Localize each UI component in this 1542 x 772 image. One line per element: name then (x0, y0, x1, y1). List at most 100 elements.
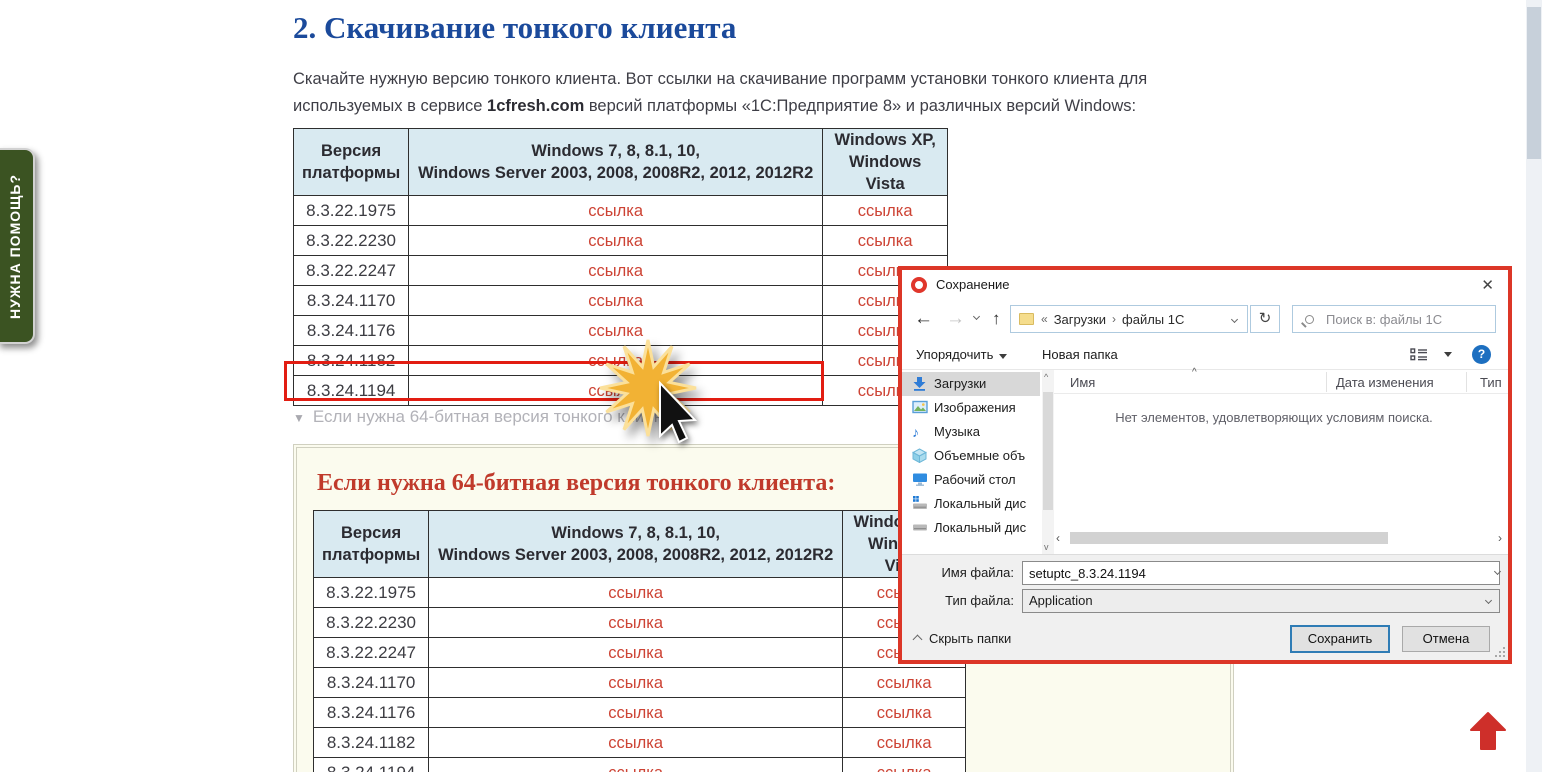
up-folder-icon[interactable]: ↑ (992, 309, 1001, 329)
version-cell: 8.3.22.2247 (312, 637, 430, 668)
scroll-left-icon[interactable]: ‹ (1056, 531, 1060, 545)
download-link[interactable]: ссылка (608, 644, 663, 662)
column-divider[interactable] (1466, 372, 1467, 392)
organize-button[interactable]: Упорядочить (916, 347, 1008, 362)
download-link[interactable]: ссылка (608, 764, 663, 772)
sidebar-item-desktop[interactable]: Рабочий стол (902, 468, 1040, 492)
download-link[interactable]: ссылка (877, 674, 932, 692)
disk-icon (913, 524, 927, 531)
download-link[interactable]: ссылка (877, 704, 932, 722)
download-link[interactable]: ссылка (608, 584, 663, 602)
breadcrumb-current[interactable]: файлы 1С (1122, 312, 1184, 327)
download-link[interactable]: ссылка (858, 202, 913, 220)
download-link[interactable]: ссылка (608, 704, 663, 722)
scroll-up-icon[interactable]: ^ (1044, 372, 1048, 382)
dialog-titlebar[interactable]: Сохранение ✕ (902, 270, 1508, 300)
scroll-right-icon[interactable]: › (1498, 531, 1502, 545)
music-icon: ♪ (912, 424, 919, 440)
download-link[interactable]: ссылка (588, 202, 643, 220)
download-link[interactable]: ссылка (588, 232, 643, 250)
version-cell: 8.3.24.1182 (312, 727, 430, 758)
search-input[interactable]: Поиск в: файлы 1С (1292, 305, 1496, 333)
new-folder-button[interactable]: Новая папка (1042, 347, 1118, 362)
filename-label: Имя файла: (941, 565, 1014, 580)
close-icon[interactable]: ✕ (1481, 276, 1494, 294)
version-cell: 8.3.22.1975 (312, 577, 430, 608)
sidebar-item-3d-objects[interactable]: Объемные объ (902, 444, 1040, 468)
table-row: 8.3.22.2230ссылкассылка (292, 225, 949, 256)
version-cell: 8.3.24.1182 (292, 345, 410, 376)
download-link[interactable]: ссылка (877, 734, 932, 752)
forward-icon[interactable]: → (946, 308, 965, 330)
scrollbar-thumb[interactable] (1527, 7, 1541, 159)
horizontal-scrollbar[interactable]: ‹ › (1054, 530, 1504, 546)
save-dialog: Сохранение ✕ ← → ↑ « Загрузки › файлы 1С… (898, 266, 1512, 664)
download-link[interactable]: ссылка (588, 292, 643, 310)
spoiler-toggle-64bit[interactable]: ▼ Если нужна 64-битная версия тонкого кли… (293, 407, 680, 427)
table-row-highlighted: 8.3.24.1194 ссылка ссылка (292, 375, 949, 406)
download-link[interactable]: ссылка (588, 352, 643, 370)
scroll-down-icon[interactable]: v (1044, 542, 1049, 552)
pictures-icon (912, 400, 928, 414)
col-header-windows: Windows 7, 8, 8.1, 10, Windows Server 200… (428, 510, 844, 578)
sidebar-item-local-disk-d[interactable]: Локальный дис (902, 516, 1040, 540)
version-cell: 8.3.24.1176 (292, 315, 410, 346)
dialog-footer: Имя файла: Тип файла: Application Скрыть… (902, 554, 1508, 660)
download-link[interactable]: ссылка (877, 764, 932, 772)
column-header-date[interactable]: Дата изменения (1336, 375, 1434, 390)
versions-table-32bit: Версия платформы Windows 7, 8, 8.1, 10, Wi… (292, 128, 949, 406)
table-row: 8.3.22.1975ссылкассылка (312, 577, 967, 608)
table-row: 8.3.22.2230ссылкассылка (312, 607, 967, 638)
download-link[interactable]: ссылка (608, 614, 663, 632)
dialog-title: Сохранение (936, 277, 1010, 292)
table-row: 8.3.22.1975 ссылка ссылка (292, 195, 949, 226)
triangle-down-icon: ▼ (293, 411, 305, 425)
sort-ascending-icon: ^ (1192, 367, 1197, 378)
resize-grip-icon[interactable] (1495, 647, 1505, 657)
3d-objects-icon (912, 448, 927, 463)
filetype-select[interactable]: Application (1022, 589, 1500, 613)
sidebar-item-music[interactable]: ♪ Музыка (902, 420, 1040, 444)
desktop-icon (913, 473, 927, 486)
history-chevron-icon[interactable] (972, 312, 981, 321)
view-options-icon[interactable] (1410, 348, 1428, 362)
cancel-button[interactable]: Отмена (1402, 626, 1490, 652)
dialog-toolbar: Упорядочить Новая папка ? (902, 340, 1508, 370)
breadcrumb-dropdown-icon[interactable] (1230, 315, 1239, 323)
filename-input[interactable] (1022, 561, 1500, 585)
breadcrumb[interactable]: « Загрузки › файлы 1С (1010, 305, 1248, 333)
back-to-top-icon[interactable] (1468, 710, 1508, 752)
section-64bit-title: Если нужна 64-битная версия тонкого клие… (317, 470, 836, 496)
refresh-button[interactable]: ↻ (1250, 305, 1280, 333)
need-help-tab[interactable]: НУЖНА ПОМОЩЬ? (0, 148, 35, 344)
hide-folders-button[interactable]: Скрыть папки (912, 631, 1011, 646)
column-header-name[interactable]: Имя (1070, 375, 1095, 390)
save-button[interactable]: Сохранить (1290, 625, 1390, 653)
table-row: 8.3.24.1182 ссылка ссылка (312, 727, 967, 758)
sidebar-scrollbar[interactable]: ^ v (1042, 370, 1054, 554)
view-dropdown-icon[interactable] (1444, 352, 1452, 357)
breadcrumb-root[interactable]: Загрузки (1054, 312, 1106, 327)
sidebar-item-downloads[interactable]: Загрузки (902, 372, 1040, 396)
scrollbar-thumb[interactable] (1070, 532, 1388, 544)
version-cell: 8.3.22.1975 (292, 195, 410, 226)
version-cell: 8.3.24.1176 (312, 697, 430, 728)
col-header-xp-vista: Windows XP,Windows Vista (822, 128, 949, 196)
back-icon[interactable]: ← (914, 308, 933, 330)
download-link[interactable]: ссылка (588, 322, 643, 340)
table-row: 8.3.24.1176 ссылка ссылка (312, 697, 967, 728)
help-icon[interactable]: ? (1472, 345, 1491, 364)
scrollbar-thumb[interactable] (1043, 392, 1053, 510)
column-divider[interactable] (1326, 372, 1327, 392)
page-scrollbar[interactable] (1526, 0, 1542, 772)
download-link[interactable]: ссылка (608, 674, 663, 692)
download-link[interactable]: ссылка (608, 734, 663, 752)
sidebar-item-pictures[interactable]: Изображения (902, 396, 1040, 420)
download-link-clicked[interactable]: ссылка (588, 382, 643, 400)
sidebar-item-local-disk-c[interactable]: Локальный дис (902, 492, 1040, 516)
column-header-type[interactable]: Тип (1480, 375, 1502, 390)
breadcrumb-overflow[interactable]: « (1041, 312, 1048, 326)
download-link[interactable]: ссылка (588, 262, 643, 280)
download-link[interactable]: ссылка (858, 232, 913, 250)
intro-line2-prefix: используемых в сервисе (293, 97, 488, 115)
